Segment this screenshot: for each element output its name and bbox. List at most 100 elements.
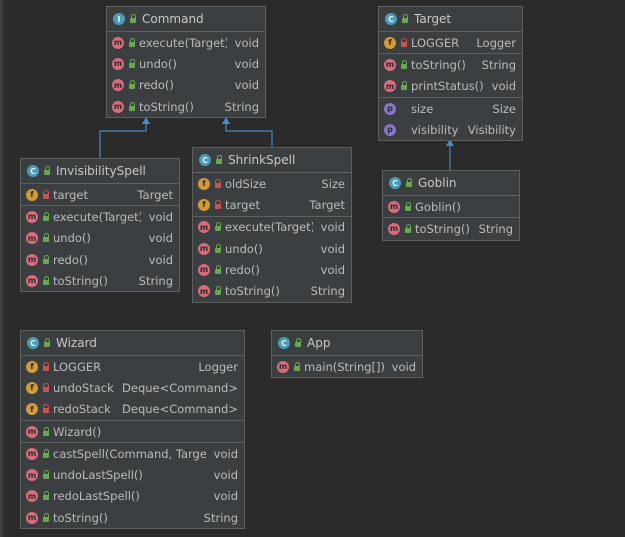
public-icon bbox=[399, 81, 409, 91]
member-row[interactable]: f oldSize Size bbox=[193, 173, 351, 194]
class-name: Wizard bbox=[56, 336, 97, 350]
field-icon: f bbox=[198, 177, 210, 190]
member-row[interactable]: m castSpell(Command, Target) void bbox=[21, 443, 244, 464]
member-row[interactable]: p size Size bbox=[379, 98, 522, 119]
class-command[interactable]: I Command m execute(Target) void m undo(… bbox=[106, 6, 266, 119]
member-row[interactable]: m undo() void bbox=[21, 228, 179, 249]
member-name: execute(Target) bbox=[139, 35, 227, 50]
member-row[interactable]: m Wizard() bbox=[21, 421, 244, 442]
member-name: visibility bbox=[411, 122, 459, 137]
member-name: main(String[]) bbox=[304, 359, 384, 374]
member-row[interactable]: m redoLastSpell() void bbox=[21, 486, 244, 507]
member-row[interactable]: m toString() String bbox=[21, 270, 179, 291]
class-header: C ShrinkSpell bbox=[193, 148, 351, 173]
method-icon: m bbox=[112, 79, 124, 92]
visibility-placeholder bbox=[399, 125, 409, 135]
public-icon bbox=[403, 223, 413, 234]
field-icon: f bbox=[26, 188, 38, 201]
member-type: void bbox=[148, 231, 173, 246]
member-row[interactable]: m undo() void bbox=[193, 238, 351, 259]
class-wizard[interactable]: C Wizard f LOGGER Logger f undoStack Deq… bbox=[20, 330, 245, 530]
public-icon bbox=[41, 470, 51, 480]
member-row[interactable]: m execute(Target) void bbox=[193, 217, 351, 238]
member-type: Deque<Command> bbox=[122, 380, 238, 395]
constructor-icon: m bbox=[26, 425, 38, 438]
member-row[interactable]: f target Target bbox=[193, 194, 351, 215]
member-type: void bbox=[391, 359, 416, 374]
public-icon bbox=[213, 243, 223, 254]
member-name: toString() bbox=[53, 510, 108, 525]
public-icon bbox=[400, 14, 410, 24]
member-name: undo() bbox=[225, 241, 263, 256]
member-type: void bbox=[213, 468, 238, 483]
private-icon bbox=[41, 382, 51, 393]
member-type: void bbox=[148, 252, 173, 267]
member-row[interactable]: f redoStack Deque<Command> bbox=[21, 399, 244, 420]
member-row[interactable]: f undoStack Deque<Command> bbox=[21, 377, 244, 398]
member-type: Size bbox=[492, 101, 516, 116]
member-name: redo() bbox=[139, 78, 174, 93]
member-name: redo() bbox=[53, 252, 88, 267]
class-header: C InvisibilitySpell bbox=[21, 159, 179, 184]
member-row[interactable]: f LOGGER Logger bbox=[21, 356, 244, 377]
member-row[interactable]: p visibility Visibility bbox=[379, 119, 522, 140]
member-row[interactable]: m toString() String bbox=[379, 54, 522, 75]
member-type: void bbox=[148, 209, 173, 224]
member-row[interactable]: m undoLastSpell() void bbox=[21, 464, 244, 485]
class-target[interactable]: C Target f LOGGER Logger m toString() St… bbox=[378, 6, 523, 142]
constructor-icon: m bbox=[388, 200, 400, 213]
class-shrink-spell[interactable]: C ShrinkSpell f oldSize Size f target Ta… bbox=[192, 147, 352, 303]
member-row[interactable]: m toString() String bbox=[193, 280, 351, 301]
method-icon: m bbox=[26, 511, 38, 524]
class-name: Goblin bbox=[418, 176, 457, 190]
member-row[interactable]: m toString() String bbox=[383, 218, 519, 239]
class-goblin[interactable]: C Goblin m Goblin() m toString() String bbox=[382, 170, 520, 241]
member-row[interactable]: m toString() String bbox=[107, 96, 265, 117]
member-row[interactable]: m redo() void bbox=[193, 259, 351, 280]
member-row[interactable]: m printStatus() void bbox=[379, 76, 522, 97]
member-row[interactable]: m execute(Target) void bbox=[107, 32, 265, 53]
public-icon bbox=[293, 338, 303, 348]
member-row[interactable]: m execute(Target) void bbox=[21, 206, 179, 227]
member-type: String bbox=[203, 510, 238, 525]
member-type: void bbox=[320, 241, 345, 256]
member-row[interactable]: m redo() void bbox=[107, 75, 265, 96]
member-type: void bbox=[491, 79, 516, 94]
class-app[interactable]: C App m main(String[]) void bbox=[271, 330, 423, 379]
class-name: ShrinkSpell bbox=[228, 153, 296, 167]
member-name: execute(Target) bbox=[53, 209, 141, 224]
public-icon bbox=[41, 512, 51, 523]
member-row[interactable]: f target Target bbox=[21, 184, 179, 205]
member-type: Visibility bbox=[467, 122, 516, 137]
member-row[interactable]: m Goblin() bbox=[383, 196, 519, 217]
public-icon bbox=[41, 254, 51, 265]
class-header: I Command bbox=[107, 7, 265, 32]
public-icon bbox=[127, 101, 137, 112]
member-row[interactable]: m main(String[]) void bbox=[272, 356, 422, 377]
member-type: String bbox=[478, 221, 513, 236]
member-type: String bbox=[481, 57, 516, 72]
class-invisibility-spell[interactable]: C InvisibilitySpell f target Target m ex… bbox=[20, 158, 180, 293]
member-name: LOGGER bbox=[411, 35, 460, 50]
class-icon: C bbox=[385, 13, 397, 25]
method-icon: m bbox=[26, 253, 38, 266]
member-row[interactable]: m undo() void bbox=[107, 53, 265, 74]
member-row[interactable]: m toString() String bbox=[21, 507, 244, 528]
method-icon: m bbox=[26, 210, 38, 223]
public-icon bbox=[41, 233, 51, 243]
class-icon: C bbox=[27, 337, 39, 349]
class-header: C Wizard bbox=[21, 331, 244, 356]
property-icon: p bbox=[384, 102, 396, 115]
method-icon: m bbox=[198, 221, 210, 234]
interface-icon: I bbox=[113, 13, 125, 25]
member-name: target bbox=[53, 187, 88, 202]
public-icon bbox=[213, 222, 223, 232]
member-name: redoStack bbox=[53, 402, 111, 417]
static-field-icon: f bbox=[26, 360, 38, 373]
member-type: Target bbox=[137, 187, 173, 202]
field-icon: f bbox=[26, 403, 38, 416]
member-row[interactable]: f LOGGER Logger bbox=[379, 32, 522, 53]
public-icon bbox=[41, 491, 51, 501]
class-name: Command bbox=[142, 12, 204, 26]
member-row[interactable]: m redo() void bbox=[21, 249, 179, 270]
